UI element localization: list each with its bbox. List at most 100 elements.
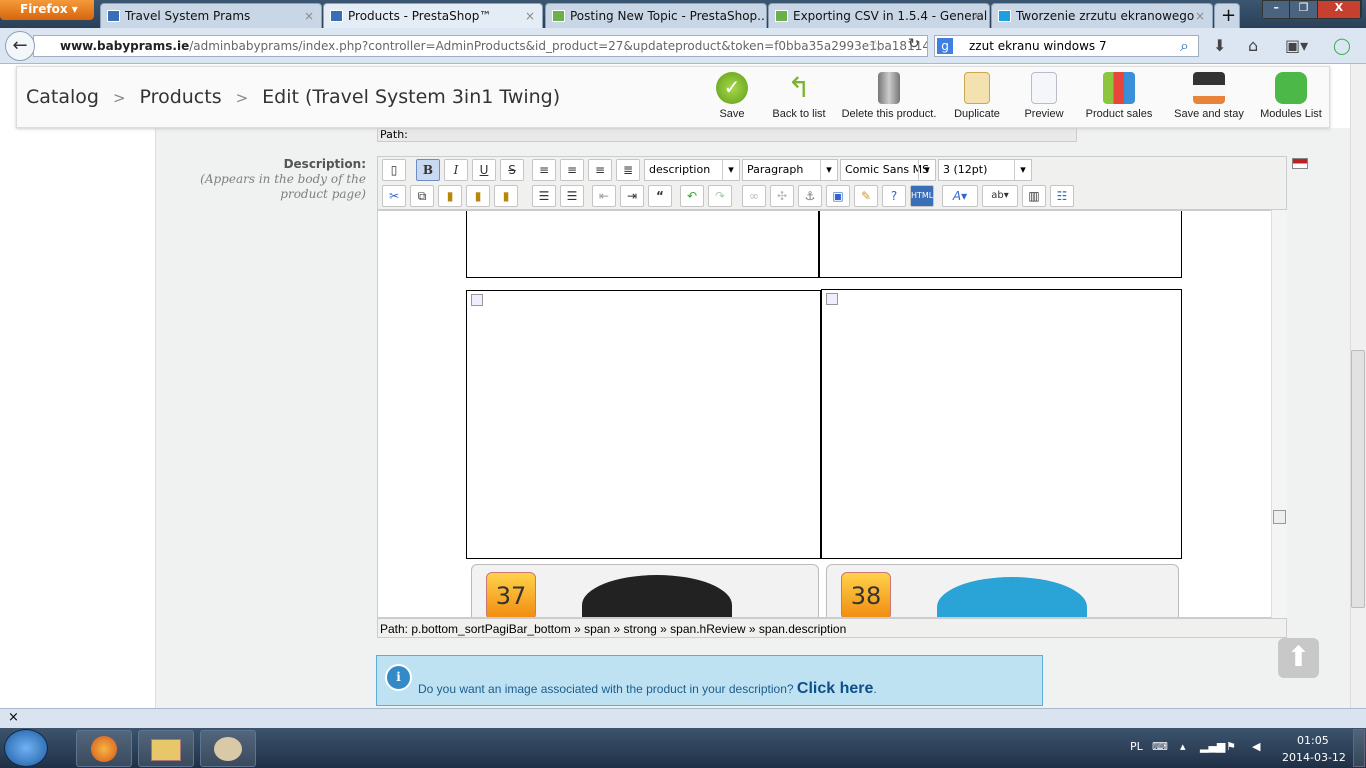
unlink-icon[interactable]: ✣ <box>770 185 794 207</box>
network-icon[interactable]: ▂▄▆ <box>1200 740 1225 753</box>
show-hidden-icons[interactable]: ▴ <box>1180 740 1186 753</box>
addon-icon[interactable]: ◯ <box>1333 36 1351 55</box>
cut-icon[interactable]: ✂ <box>382 185 406 207</box>
editor-scrollbar[interactable] <box>1271 210 1287 618</box>
table-cell <box>821 289 1182 559</box>
breadcrumb-catalog[interactable]: Catalog <box>26 86 99 108</box>
underline-button[interactable]: U <box>472 159 496 181</box>
paste-text-icon[interactable]: ▮ <box>466 185 490 207</box>
url-bar[interactable]: www.babyprams.ie/adminbabyprams/index.ph… <box>33 35 928 57</box>
tab-products[interactable]: Products - PrestaShop™ × <box>323 3 543 28</box>
action-center-flag-icon[interactable]: ⚑ <box>1226 740 1236 753</box>
tab-exporting-csv[interactable]: Exporting CSV in 1.5.4 - General ... × <box>768 3 990 28</box>
product-card: 38 <box>826 564 1179 617</box>
tab-posting-new-topic[interactable]: Posting New Topic - PrestaShop... <box>545 3 767 28</box>
bookmark-star-icon[interactable]: ☆ <box>868 36 882 55</box>
taskbar-firefox[interactable] <box>76 730 132 767</box>
image-icon[interactable]: ▣ <box>826 185 850 207</box>
paste-icon[interactable]: ▮ <box>438 185 462 207</box>
undo-icon[interactable]: ↶ <box>680 185 704 207</box>
search-input[interactable]: zzut ekranu windows 7 <box>934 35 1199 57</box>
volume-icon[interactable]: ◀ <box>1252 740 1260 753</box>
template-icon[interactable]: ☷ <box>1050 185 1074 207</box>
save-button[interactable]: ✓ Save <box>716 72 748 120</box>
google-icon[interactable]: g <box>937 38 953 54</box>
style-select[interactable]: description <box>644 159 740 181</box>
format-select[interactable]: Paragraph <box>742 159 838 181</box>
show-desktop-button[interactable] <box>1353 729 1365 767</box>
firefox-menu-button[interactable]: Firefox ▾ <box>0 0 94 20</box>
broken-image-icon <box>471 294 483 306</box>
delete-button[interactable]: Delete this product. <box>840 72 938 120</box>
align-center-icon[interactable]: ≡ <box>560 159 584 181</box>
html-icon[interactable]: HTML <box>910 185 934 207</box>
new-tab-button[interactable]: + <box>1214 3 1240 28</box>
justify-icon[interactable]: ≣ <box>616 159 640 181</box>
tab-travel-system-prams[interactable]: Travel System Prams × <box>100 3 322 28</box>
close-tab-icon[interactable]: × <box>1195 9 1205 23</box>
duplicate-button[interactable]: Duplicate <box>952 72 1002 120</box>
duplicate-icon <box>964 72 990 104</box>
restore-button[interactable]: ❐ <box>1290 1 1318 18</box>
align-left-icon[interactable]: ≡ <box>532 159 556 181</box>
outdent-icon[interactable]: ⇤ <box>592 185 616 207</box>
close-tab-icon[interactable]: × <box>972 9 982 23</box>
redo-icon[interactable]: ↷ <box>708 185 732 207</box>
size-select[interactable]: 3 (12pt) <box>938 159 1032 181</box>
help-icon[interactable]: ? <box>882 185 906 207</box>
copy-icon[interactable]: ⧉ <box>410 185 434 207</box>
close-tab-icon[interactable]: × <box>525 9 535 23</box>
link-icon[interactable]: ∞ <box>742 185 766 207</box>
reload-icon[interactable]: ↻ <box>908 36 920 52</box>
description-hint: (Appears in the body of the product page… <box>200 172 366 201</box>
paste-word-icon[interactable]: ▮ <box>494 185 518 207</box>
new-document-icon[interactable]: ▯ <box>382 159 406 181</box>
taskbar-paint[interactable] <box>200 730 256 767</box>
text-color-icon[interactable]: A▾ <box>942 185 978 207</box>
italic-button[interactable]: I <box>444 159 468 181</box>
minimize-button[interactable]: – <box>1263 1 1291 18</box>
language-flag-icon[interactable] <box>1292 158 1308 169</box>
home-icon[interactable]: ⌂ <box>1248 36 1258 55</box>
bold-button[interactable]: B <box>416 159 440 181</box>
start-button[interactable] <box>4 729 48 767</box>
breadcrumb-products[interactable]: Products <box>140 86 222 108</box>
numbered-list-icon[interactable]: ☰ <box>560 185 584 207</box>
back-button[interactable]: ← <box>5 31 35 61</box>
search-icon[interactable]: ⌕ <box>1180 36 1189 56</box>
editor-scroll-thumb[interactable] <box>1273 510 1286 524</box>
preview-button[interactable]: Preview <box>1022 72 1066 120</box>
language-indicator[interactable]: PL <box>1130 740 1143 753</box>
font-select[interactable]: Comic Sans MS <box>840 159 936 181</box>
bookmarks-icon[interactable]: ▣▾ <box>1285 36 1308 55</box>
scroll-to-top-button[interactable]: ⬆ <box>1278 638 1319 678</box>
keyboard-icon[interactable]: ⌨ <box>1152 740 1168 753</box>
product-sales-button[interactable]: Product sales <box>1084 72 1154 120</box>
cleanup-icon[interactable]: ✎ <box>854 185 878 207</box>
click-here-link[interactable]: Click here <box>797 680 873 697</box>
taskbar-explorer[interactable] <box>138 730 194 767</box>
close-tab-icon[interactable]: × <box>304 9 314 23</box>
anchor-icon[interactable]: ⚓ <box>798 185 822 207</box>
blockquote-icon[interactable]: “ <box>648 185 672 207</box>
media-icon[interactable]: ▥ <box>1022 185 1046 207</box>
indent-icon[interactable]: ⇥ <box>620 185 644 207</box>
close-window-button[interactable]: X <box>1317 1 1361 18</box>
bullet-list-icon[interactable]: ☰ <box>532 185 556 207</box>
back-to-list-button[interactable]: ↰ Back to list <box>770 72 828 120</box>
save-and-stay-button[interactable]: Save and stay <box>1172 72 1246 120</box>
back-arrow-icon: ↰ <box>787 72 811 103</box>
download-icon[interactable]: ⬇ <box>1213 36 1226 55</box>
clock-time[interactable]: 01:05 <box>1297 734 1329 747</box>
align-right-icon[interactable]: ≡ <box>588 159 612 181</box>
trash-icon <box>878 72 900 104</box>
close-find-bar-icon[interactable]: × <box>8 710 19 725</box>
modules-list-button[interactable]: Modules List <box>1260 72 1322 120</box>
page-scroll-thumb[interactable] <box>1351 350 1365 608</box>
highlight-color-icon[interactable]: ab▾ <box>982 185 1018 207</box>
table-cell <box>466 211 819 278</box>
editor-content[interactable]: 37 38 <box>377 210 1287 618</box>
strikethrough-button[interactable]: S <box>500 159 524 181</box>
clock-date[interactable]: 2014-03-12 <box>1282 751 1346 764</box>
tab-tworzenie[interactable]: Tworzenie zrzutu ekranowego × <box>991 3 1213 28</box>
